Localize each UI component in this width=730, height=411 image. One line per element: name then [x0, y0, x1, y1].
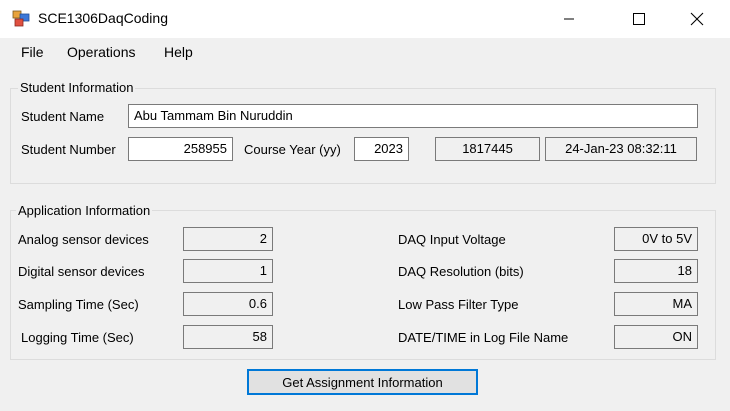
student-number-field[interactable]: 258955 — [128, 137, 233, 161]
daq-input-voltage-value: 0V to 5V — [614, 227, 698, 251]
get-assignment-button[interactable]: Get Assignment Information — [247, 369, 478, 395]
maximize-icon — [633, 13, 645, 25]
filter-type-value: MA — [614, 292, 698, 316]
digital-sensor-label: Digital sensor devices — [18, 264, 145, 279]
analog-sensor-value: 2 — [183, 227, 273, 251]
app-icon — [12, 10, 30, 27]
maximize-button[interactable] — [616, 0, 662, 38]
logging-time-label: Logging Time (Sec) — [21, 330, 134, 345]
close-icon — [690, 12, 704, 26]
datetime-log-label: DATE/TIME in Log File Name — [398, 330, 569, 345]
digital-sensor-value: 1 — [183, 259, 273, 283]
datetime-display: 24-Jan-23 08:32:11 — [545, 137, 697, 161]
sampling-time-value: 0.6 — [183, 292, 273, 316]
student-number-label: Student Number — [21, 142, 116, 157]
daq-resolution-label: DAQ Resolution (bits) — [398, 264, 524, 279]
daq-resolution-value: 18 — [614, 259, 698, 283]
menu-help[interactable]: Help — [164, 44, 193, 60]
analog-sensor-label: Analog sensor devices — [18, 232, 149, 247]
sampling-time-label: Sampling Time (Sec) — [18, 297, 139, 312]
logging-time-value: 58 — [183, 325, 273, 349]
student-info-legend: Student Information — [18, 80, 136, 95]
daq-input-voltage-label: DAQ Input Voltage — [398, 232, 506, 247]
close-button[interactable] — [674, 0, 720, 38]
course-year-label: Course Year (yy) — [244, 142, 341, 157]
menu-file[interactable]: File — [21, 44, 44, 60]
student-name-label: Student Name — [21, 109, 105, 124]
menu-operations[interactable]: Operations — [67, 44, 135, 60]
application-info-legend: Application Information — [16, 203, 153, 218]
datetime-log-value: ON — [614, 325, 698, 349]
window-title: SCE1306DaqCoding — [38, 10, 168, 26]
student-name-field[interactable]: Abu Tammam Bin Nuruddin — [128, 104, 698, 128]
code-display: 1817445 — [435, 137, 540, 161]
filter-type-label: Low Pass Filter Type — [398, 297, 519, 312]
student-info-group — [10, 88, 716, 184]
minimize-icon — [564, 18, 574, 20]
minimize-button[interactable] — [546, 0, 592, 38]
course-year-field[interactable]: 2023 — [354, 137, 409, 161]
